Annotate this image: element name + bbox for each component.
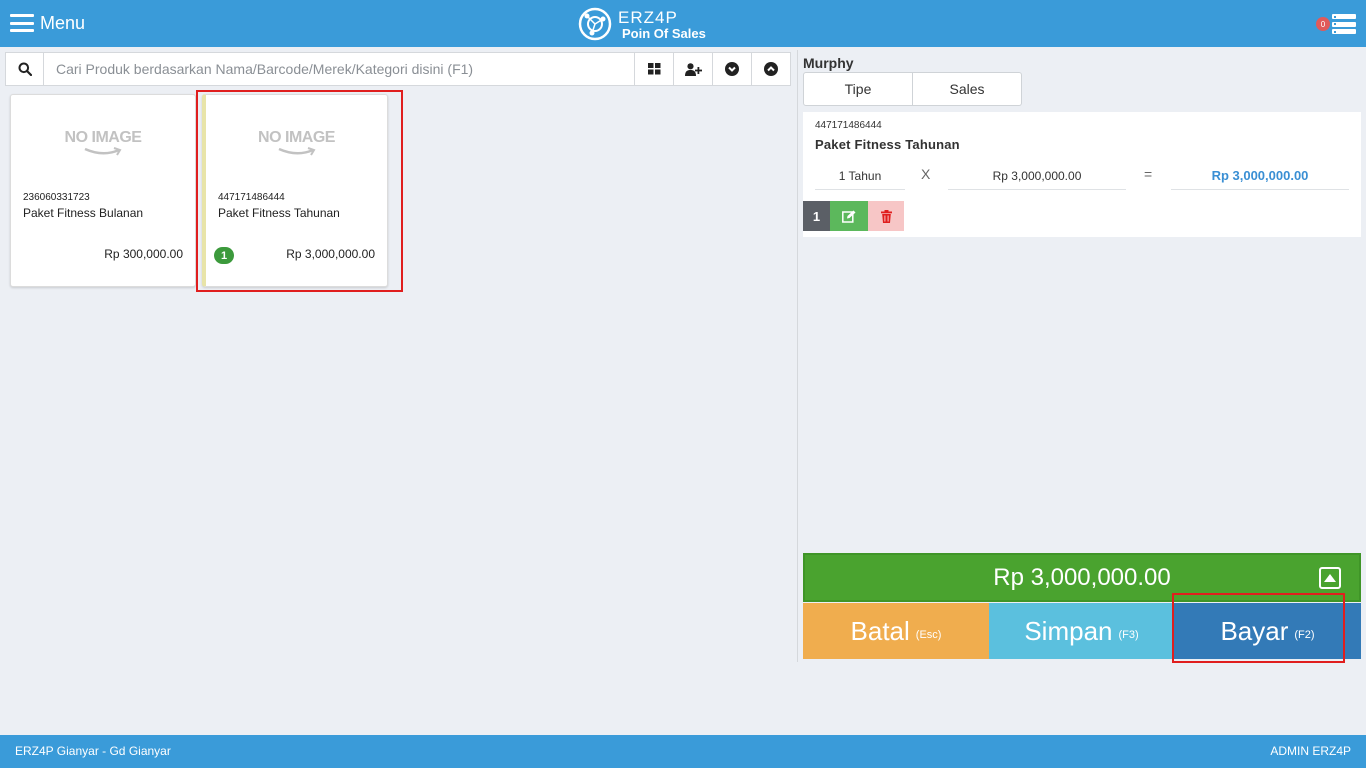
- customer-name: Murphy: [803, 55, 854, 71]
- cancel-label: Batal: [850, 615, 910, 646]
- trash-icon: [880, 209, 892, 223]
- save-label: Simpan: [1024, 615, 1113, 646]
- product-code: 236060331723: [23, 192, 90, 203]
- cart-item-actions: 1: [803, 201, 904, 231]
- app-subtitle: Poin Of Sales: [622, 25, 706, 41]
- product-name: Paket Fitness Bulanan: [23, 206, 144, 220]
- smile-arrow-icon: [84, 147, 122, 156]
- product-code: 447171486444: [218, 192, 285, 203]
- product-price: Rp 3,000,000.00: [286, 247, 375, 261]
- cancel-shortcut: (Esc): [915, 629, 942, 641]
- top-header: Menu ERZ4P Poin Of Sales 0: [0, 0, 1366, 47]
- product-image-placeholder: NO IMAGE: [206, 129, 387, 157]
- current-user: ADMIN ERZ4P: [1270, 744, 1351, 758]
- no-image-text: NO IMAGE: [64, 129, 142, 146]
- cart-item-code: 447171486444: [815, 120, 882, 131]
- pay-label: Bayar: [1220, 615, 1289, 646]
- save-shortcut: (F3): [1118, 629, 1139, 641]
- server-icon: [1332, 14, 1356, 34]
- cart-item-name: Paket Fitness Tahunan: [815, 137, 960, 152]
- expand-summary-button[interactable]: [1319, 567, 1341, 589]
- app-logo: ERZ4P Poin Of Sales: [578, 6, 706, 42]
- no-image-text: NO IMAGE: [258, 129, 335, 146]
- edit-item-button[interactable]: [830, 201, 868, 231]
- pay-shortcut: (F2): [1294, 629, 1315, 641]
- chevron-up-circle-icon: [764, 62, 778, 76]
- scroll-down-button[interactable]: [712, 53, 751, 85]
- hamburger-icon: [10, 14, 34, 32]
- search-button[interactable]: [6, 53, 44, 85]
- caret-up-icon: [1324, 574, 1336, 582]
- multiply-sign: X: [921, 166, 931, 182]
- cart-item-qty[interactable]: 1 Tahun: [815, 162, 905, 190]
- smile-arrow-icon: [277, 147, 315, 156]
- tab-sales[interactable]: Sales: [913, 72, 1022, 106]
- cart-line-number: 1: [803, 201, 830, 231]
- product-card[interactable]: NO IMAGE 236060331723 Paket Fitness Bula…: [10, 94, 196, 287]
- notification-button[interactable]: 0: [1316, 14, 1356, 34]
- cart-tabs: Tipe Sales: [803, 72, 1022, 106]
- grand-total-bar: Rp 3,000,000.00: [803, 553, 1361, 602]
- cart-item: 447171486444 Paket Fitness Tahunan 1 Tah…: [803, 112, 1361, 237]
- product-card-selected[interactable]: NO IMAGE 447171486444 Paket Fitness Tahu…: [202, 94, 388, 287]
- cancel-button[interactable]: Batal (Esc): [803, 603, 989, 659]
- add-user-icon: [684, 62, 702, 76]
- tab-tipe[interactable]: Tipe: [803, 72, 913, 106]
- save-button[interactable]: Simpan (F3): [989, 603, 1174, 659]
- edit-icon: [842, 210, 856, 223]
- product-name: Paket Fitness Tahunan: [218, 206, 340, 220]
- search-input[interactable]: [44, 53, 634, 85]
- grid-view-button[interactable]: [634, 53, 673, 85]
- menu-button[interactable]: Menu: [10, 11, 85, 35]
- store-location: ERZ4P Gianyar - Gd Gianyar: [15, 744, 171, 758]
- product-price: Rp 300,000.00: [104, 247, 183, 261]
- grand-total-amount: Rp 3,000,000.00: [993, 563, 1171, 591]
- product-qty-badge: 1: [214, 247, 234, 264]
- scroll-up-button[interactable]: [751, 53, 790, 85]
- menu-label: Menu: [40, 12, 86, 33]
- delete-item-button[interactable]: [868, 201, 904, 231]
- brand-name: ERZ4P: [618, 7, 678, 27]
- grid-icon: [647, 63, 660, 75]
- cart-item-price[interactable]: Rp 3,000,000.00: [948, 162, 1126, 190]
- logo-icon: [578, 7, 612, 41]
- product-search-bar: [5, 52, 791, 86]
- product-image-placeholder: NO IMAGE: [11, 129, 195, 157]
- chevron-down-circle-icon: [725, 62, 739, 76]
- search-icon: [18, 62, 32, 76]
- pay-button[interactable]: Bayar (F2): [1174, 603, 1361, 659]
- equals-sign: =: [1144, 166, 1153, 182]
- notification-badge: 0: [1316, 17, 1330, 31]
- add-customer-button[interactable]: [673, 53, 712, 85]
- cart-item-total: Rp 3,000,000.00: [1171, 162, 1349, 190]
- status-footer: ERZ4P Gianyar - Gd Gianyar ADMIN ERZ4P: [0, 735, 1366, 768]
- panel-divider: [797, 50, 798, 662]
